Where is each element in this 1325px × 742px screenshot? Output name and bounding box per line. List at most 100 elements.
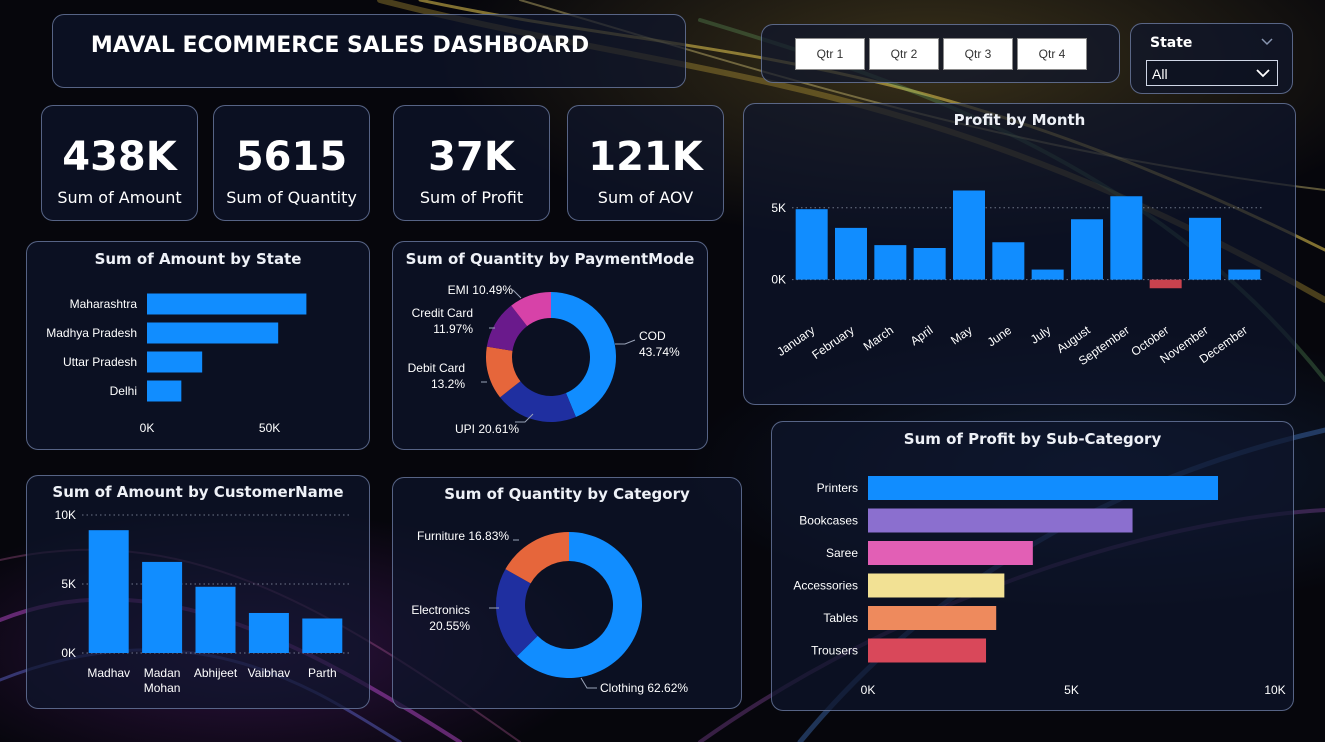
x-tick-label: March: [861, 323, 896, 354]
y-tick-label: 10K: [55, 508, 76, 522]
x-tick-label: 10K: [1264, 683, 1285, 697]
x-tick-label: May: [948, 323, 975, 347]
quantity-by-category-chart: Clothing 62.62% Electronics 20.55% Furnitur…: [411, 529, 688, 695]
header-panel: MAVAL ECOMMERCE SALES DASHBOARD: [52, 14, 686, 88]
slice-label-upi: UPI 20.61%: [455, 422, 519, 436]
kpi-label: Sum of Amount: [57, 188, 182, 207]
page-title: MAVAL ECOMMERCE SALES DASHBOARD: [90, 33, 590, 58]
qtr2-button[interactable]: Qtr 2: [869, 38, 939, 70]
bar-abhijeet: [195, 586, 236, 653]
bar-parth: [302, 618, 343, 653]
x-tick-label: Abhijeet: [194, 666, 238, 680]
bar-february: [835, 227, 867, 280]
leader-line: [580, 677, 597, 689]
category-label: Maharashtra: [70, 297, 138, 311]
bar-bookcases: [868, 508, 1133, 533]
x-tick-label: 0K: [861, 683, 876, 697]
amount-by-customername-panel: Sum of Amount by CustomerName 0K 5K 10K Mad…: [26, 475, 370, 709]
bar-trousers: [868, 638, 987, 663]
x-tick-label: 5K: [1064, 683, 1079, 697]
x-tick-label: June: [985, 323, 1015, 350]
y-tick-label: 0K: [61, 646, 76, 660]
kpi-card-quantity: 5615 Sum of Quantity: [213, 105, 370, 221]
quantity-by-paymentmode-chart: COD 43.74% UPI 20.61% Debit Card 13.2% Credit…: [408, 283, 680, 436]
slice-label-credit-card: Credit Card 11.97%: [412, 306, 474, 336]
bar-september: [1110, 196, 1143, 280]
leader-line: [615, 339, 636, 345]
slice-label-furniture: Furniture 16.83%: [417, 529, 509, 543]
bar-madhya-pradesh: [147, 322, 279, 344]
x-tick-label: February: [809, 323, 856, 362]
bar-january: [795, 209, 828, 280]
category-label: Printers: [817, 481, 858, 495]
kpi-value: 438K: [62, 134, 177, 180]
category-label: Accessories: [793, 579, 858, 593]
x-tick-label: July: [1028, 323, 1054, 347]
kpi-card-amount: 438K Sum of Amount: [41, 105, 198, 221]
bar-august: [1071, 219, 1103, 280]
bar-delhi: [147, 380, 182, 402]
profit-by-subcategory-chart: Printers Bookcases Saree Accessories Tables T…: [793, 476, 1286, 697]
bar-uttar-pradesh: [147, 351, 203, 373]
kpi-value: 121K: [588, 134, 703, 180]
profit-by-subcategory-panel: Sum of Profit by Sub-Category Printers Bo…: [771, 421, 1294, 711]
state-dropdown[interactable]: All: [1146, 60, 1278, 86]
bar-may: [953, 190, 985, 280]
category-label: Trousers: [811, 644, 858, 658]
bar-march: [874, 245, 907, 280]
category-label: Tables: [823, 611, 858, 625]
category-label: Madhya Pradesh: [46, 326, 137, 340]
leader-line: [512, 289, 522, 299]
bar-december: [1228, 269, 1261, 280]
category-label: Uttar Pradesh: [63, 355, 137, 369]
kpi-label: Sum of Quantity: [226, 188, 357, 207]
kpi-value: 5615: [235, 134, 348, 180]
slice-label-clothing: Clothing 62.62%: [600, 681, 688, 695]
x-tick-label: Madhav: [87, 666, 130, 680]
x-tick-label: 50K: [259, 421, 280, 435]
chevron-down-icon: [1256, 69, 1270, 78]
profit-by-month-panel: Profit by Month 0K 5K January February March…: [743, 103, 1296, 405]
y-tick-label: 0K: [771, 273, 786, 287]
amount-by-state-chart: Maharashtra Madhya Pradesh Uttar Pradesh De…: [46, 293, 307, 435]
amount-by-customername-chart: 0K 5K 10K Madhav Madan Mohan Abhijeet Vaibhav Pa…: [55, 508, 349, 695]
bar-october: [1149, 279, 1182, 289]
bar-april: [913, 248, 946, 280]
kpi-label: Sum of Profit: [419, 188, 524, 207]
quarter-slicer: Qtr 1 Qtr 2 Qtr 3 Qtr 4: [761, 24, 1120, 83]
state-slicer: State All: [1130, 23, 1293, 94]
y-tick-label: 5K: [61, 577, 76, 591]
x-tick-label: Madan Mohan: [144, 666, 181, 695]
quantity-by-category-panel: Sum of Quantity by Category Clothing 62.…: [392, 477, 742, 709]
bar-printers: [868, 476, 1219, 500]
bar-july: [1031, 269, 1064, 280]
category-label: Saree: [826, 546, 858, 560]
profit-by-month-chart: 0K5KJanuaryFebruary March April May June July…: [771, 190, 1264, 368]
x-tick-label: 0K: [140, 421, 155, 435]
category-label: Delhi: [110, 384, 137, 398]
bar-vaibhav: [248, 612, 289, 653]
x-tick-label: Parth: [308, 666, 337, 680]
bar-tables: [868, 606, 997, 630]
state-slicer-label: State: [1150, 35, 1193, 51]
slice-label-debit-card: Debit Card 13.2%: [408, 361, 466, 391]
chevron-down-icon[interactable]: [1261, 38, 1273, 46]
slice-label-emi: EMI 10.49%: [448, 283, 514, 297]
bar-accessories: [868, 573, 1005, 598]
quantity-by-paymentmode-panel: Sum of Quantity by PaymentMode COD 43.74%…: [392, 241, 708, 450]
state-dropdown-value: All: [1152, 66, 1168, 82]
kpi-card-aov: 121K Sum of AOV: [567, 105, 724, 221]
qtr1-button[interactable]: Qtr 1: [795, 38, 865, 70]
kpi-value: 37K: [428, 134, 515, 180]
slice-label-electronics: Electronics 20.55%: [411, 603, 470, 633]
y-tick-label: 5K: [771, 201, 786, 215]
bar-maharashtra: [147, 293, 307, 315]
amount-by-state-panel: Sum of Amount by State Maharashtra Madhya…: [26, 241, 370, 450]
qtr3-button[interactable]: Qtr 3: [943, 38, 1013, 70]
category-label: Bookcases: [799, 514, 858, 528]
bar-june: [992, 242, 1025, 280]
qtr4-button[interactable]: Qtr 4: [1017, 38, 1087, 70]
kpi-label: Sum of AOV: [597, 188, 694, 207]
bar-madhav: [88, 530, 129, 653]
x-tick-label: April: [908, 323, 936, 348]
